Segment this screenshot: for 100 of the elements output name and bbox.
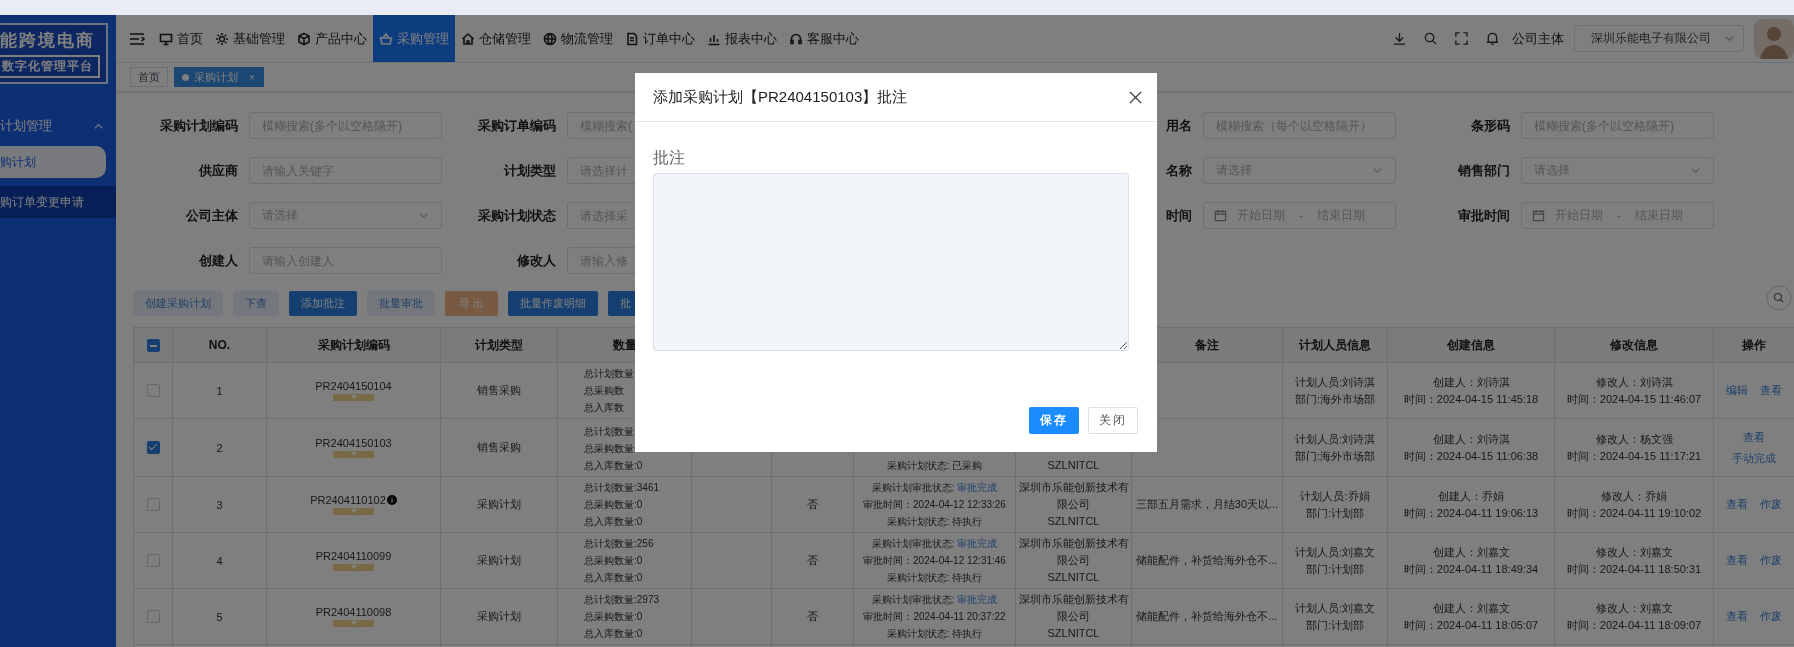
action-link[interactable]: 手动完成 <box>1732 450 1776 466</box>
table-cell-text: 修改人：刘嘉文 时间：2024-04-11 18:50:31 <box>1565 544 1703 577</box>
filter-label: 采购订单编码 <box>477 116 556 135</box>
table-cell: 否 <box>807 610 818 622</box>
caret-tag-icon[interactable] <box>333 451 374 458</box>
status-text: 采购计划审批状态: 审批完成 <box>870 537 999 551</box>
table-cell-text: 计划人员:乔娟 部门:计划部 <box>1299 488 1371 521</box>
caret-tag-icon[interactable] <box>333 394 374 401</box>
nav-item[interactable]: 首页 <box>153 15 209 62</box>
checkbox[interactable] <box>146 441 160 455</box>
tab[interactable]: 首页 <box>130 67 168 87</box>
status-text: 采购计划审批状态: 审批完成 <box>870 481 999 495</box>
toolbar-button[interactable]: 创建采购计划 <box>133 291 223 316</box>
table-cell-text: 深圳市乐能创新技术有限公司 SZLNITCL <box>1018 592 1129 641</box>
download-icon[interactable] <box>1392 31 1407 46</box>
nav-item[interactable]: 仓储管理 <box>455 15 537 62</box>
table-cell-text: 创建人：刘诗淇 时间：2024-04-15 11:06:38 <box>1402 431 1540 464</box>
table-cell: 1 <box>216 384 223 397</box>
toolbar-button[interactable]: 添加批注 <box>289 291 357 316</box>
table-cell-text: SZLNITCL <box>1046 458 1101 473</box>
dialog-button[interactable]: 关闭 <box>1088 407 1138 434</box>
filter-label: 销售部门 <box>1456 161 1510 180</box>
search-icon[interactable] <box>1423 31 1438 46</box>
action-link[interactable]: 查看 <box>1726 609 1748 624</box>
headset-icon <box>789 31 803 46</box>
field-label: 批注 <box>653 148 686 168</box>
column-header: 创建信息 <box>1447 337 1495 352</box>
cube-icon <box>297 31 311 46</box>
filter-label: 计划类型 <box>503 161 556 180</box>
action-link[interactable]: 查看 <box>1760 383 1782 398</box>
nav-item[interactable]: 订单中心 <box>619 15 701 62</box>
status-link[interactable]: 审批完成 <box>957 482 998 493</box>
checkbox[interactable] <box>146 610 160 624</box>
table-cell-text: 深圳市乐能创新技术有限公司 SZLNITCL <box>1018 480 1129 529</box>
tab-close[interactable]: × <box>249 71 255 83</box>
filter-label: 条形码 <box>1470 116 1510 135</box>
action-link[interactable]: 查看 <box>1743 429 1765 445</box>
action-link[interactable]: 编辑 <box>1726 383 1748 398</box>
company-select[interactable]: 深圳乐能电子有限公司 <box>1574 25 1744 52</box>
action-link[interactable]: 作废 <box>1760 609 1782 624</box>
filter-label: 采购计划编码 <box>159 116 238 135</box>
sidebar-item[interactable]: 购订单变更申请 <box>0 186 116 218</box>
dot-icon <box>182 73 189 81</box>
table-cell: 采购计划 <box>477 498 521 510</box>
checkbox[interactable] <box>146 554 160 568</box>
action-link[interactable]: 作废 <box>1760 497 1782 512</box>
action-link[interactable]: 查看 <box>1726 553 1748 568</box>
toolbar-button[interactable]: 批量审批 <box>367 291 435 316</box>
action-link[interactable]: 作废 <box>1760 553 1782 568</box>
nav-item[interactable]: 采购管理 <box>373 15 455 62</box>
toolbar-button[interactable]: 批量作废明细 <box>508 291 599 316</box>
table-cell-text: 总计划数量 总采购数 总入库数 <box>583 367 635 415</box>
caret-tag-icon[interactable] <box>333 620 374 627</box>
nav-item[interactable]: 客服中心 <box>783 15 865 62</box>
tab[interactable]: 采购计划 × <box>174 67 264 87</box>
status-text: 审批时间：2024-04-11 20:37:22 <box>862 610 1007 624</box>
menu-group-label[interactable]: 计划管理 <box>0 117 52 135</box>
checkbox[interactable] <box>146 498 160 512</box>
checkbox[interactable] <box>146 339 160 353</box>
nav-item[interactable]: 物流管理 <box>537 15 619 62</box>
table-cell: 否 <box>807 498 818 510</box>
checkbox[interactable] <box>146 384 160 398</box>
status-text: 采购计划审批状态: 审批完成 <box>870 593 999 607</box>
calendar-icon <box>1532 209 1545 222</box>
table-cell: 5 <box>216 610 223 623</box>
status-link[interactable]: 审批完成 <box>957 594 998 605</box>
filter-label: 用名 <box>1165 116 1192 135</box>
table-cell-text: 总计划数量 总采购数量 总入库数量:0 <box>583 425 644 473</box>
status-text: 审批时间：2024-04-12 12:33:26 <box>862 498 1007 512</box>
sidebar-item[interactable]: 购计划 <box>0 146 106 178</box>
close-icon[interactable] <box>1128 89 1143 105</box>
table-cell-text: 创建人：刘嘉文 时间：2024-04-11 18:05:07 <box>1402 600 1540 633</box>
toolbar-button[interactable]: 下查 <box>233 291 279 316</box>
fullscreen-icon[interactable] <box>1454 31 1469 46</box>
menu-icon[interactable] <box>129 31 145 46</box>
dialog-button[interactable]: 保存 <box>1029 407 1079 434</box>
avatar[interactable] <box>1754 18 1794 59</box>
table-cell: 销售采购 <box>477 384 521 396</box>
table-cell: 否 <box>807 554 818 566</box>
filter-label: 创建人 <box>198 251 238 270</box>
caret-tag-icon[interactable] <box>333 564 374 571</box>
bell-icon[interactable] <box>1485 31 1500 46</box>
status-link[interactable]: 审批完成 <box>957 538 998 549</box>
action-link[interactable]: 查看 <box>1726 497 1748 512</box>
caret-tag-icon[interactable] <box>333 508 374 515</box>
table-cell-text: 修改人：刘嘉文 时间：2024-04-11 18:09:07 <box>1565 600 1703 633</box>
table-cell-text: 计划人员:刘嘉文 部门:计划部 <box>1293 600 1377 633</box>
logo-subtitle: 数字化管理平台 <box>0 55 100 78</box>
table-cell-text: 总计划数量:256 总采购数量:0 总入库数量:0 <box>583 537 655 585</box>
document-icon <box>625 31 639 46</box>
table-cell: 储能配件，补货给海外仓不... <box>1136 610 1278 622</box>
table-cell-text: 计划人员:刘嘉文 部门:计划部 <box>1293 544 1377 577</box>
nav-item[interactable]: 基础管理 <box>209 15 291 62</box>
plan-code: PR2404110099 <box>315 550 392 562</box>
nav-item[interactable]: 报表中心 <box>701 15 783 62</box>
table-cell: 采购计划 <box>477 610 521 622</box>
chevron-down-icon <box>418 210 429 221</box>
table-cell: 采购计划 <box>477 554 521 566</box>
nav-item[interactable]: 产品中心 <box>291 15 373 62</box>
status-text: 采购计划状态: 待执行 <box>885 571 984 585</box>
